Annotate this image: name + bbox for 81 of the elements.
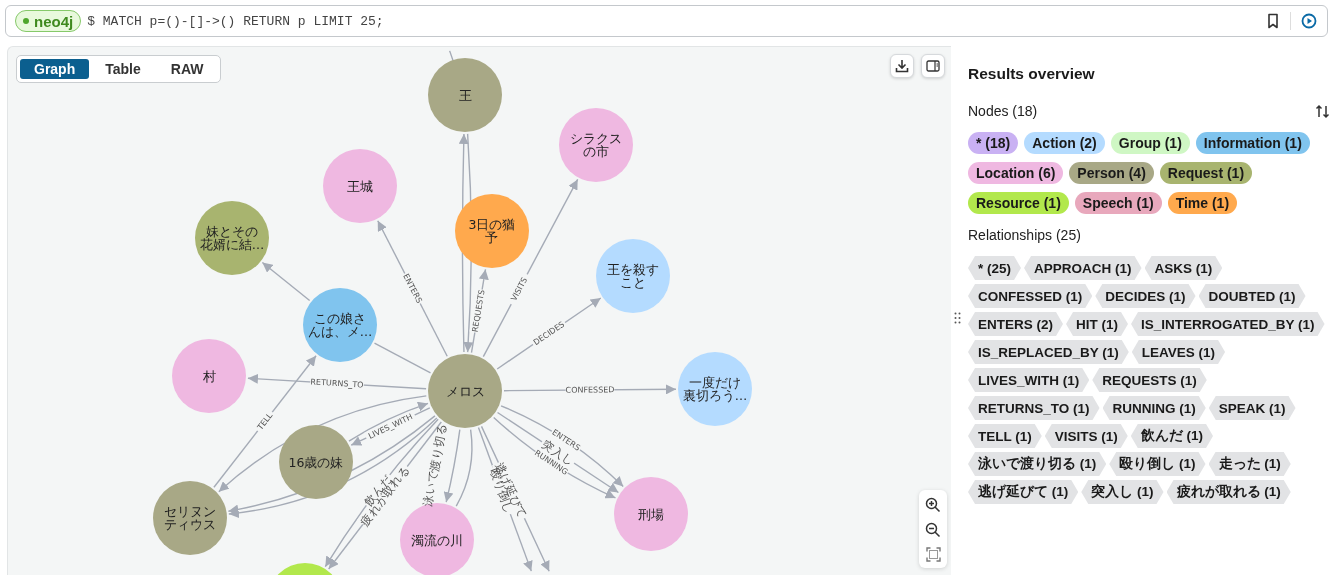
- status-dot: [23, 18, 29, 24]
- relationship-type-chip[interactable]: VISITS (1): [1044, 424, 1128, 448]
- zoom-out-icon: [925, 521, 941, 538]
- graph-node[interactable]: 刑場: [614, 477, 688, 551]
- relationship-type-chip[interactable]: 飲んだ (1): [1130, 424, 1213, 448]
- relationship-type-chip[interactable]: 走った (1): [1208, 452, 1291, 476]
- relationship-type-chip[interactable]: 殴り倒し (1): [1109, 452, 1206, 476]
- download-button[interactable]: [890, 54, 914, 78]
- graph-node[interactable]: 王: [428, 58, 502, 132]
- graph-node[interactable]: セリヌン ティウス: [153, 481, 227, 555]
- node-label-chip[interactable]: Time (1): [1167, 192, 1238, 214]
- graph-node[interactable]: 王城: [323, 149, 397, 223]
- relationship-label: REQUESTS: [470, 289, 487, 333]
- node-label-chip[interactable]: Speech (1): [1074, 192, 1162, 214]
- zoom-in-icon: [925, 496, 941, 513]
- relationship-arrow[interactable]: [350, 407, 431, 446]
- view-tab[interactable]: Graph: [20, 59, 90, 79]
- relationship-arrow[interactable]: [377, 220, 448, 357]
- graph-node[interactable]: この娘さ んは、メ…: [303, 288, 377, 362]
- database-badge[interactable]: neo4j: [15, 10, 82, 32]
- section-heading: Relationships (25): [968, 227, 1081, 243]
- download-icon: [895, 59, 909, 73]
- graph-node[interactable]: 一度だけ 裏切ろう…: [678, 352, 752, 426]
- bookmark-icon[interactable]: [1266, 13, 1280, 29]
- relationship-type-chip[interactable]: IS_INTERROGATED_BY (1): [1131, 312, 1325, 336]
- panel-title: Results overview: [968, 65, 1096, 83]
- relationship-arrow[interactable]: [503, 384, 677, 395]
- graph-node[interactable]: 16歳の妹: [279, 425, 353, 499]
- section-heading: Nodes (18): [968, 103, 1038, 119]
- relationship-type-chip[interactable]: 突入し (1): [1081, 480, 1164, 504]
- panel-toggle-button[interactable]: [921, 54, 945, 78]
- relationship-type-chip[interactable]: ASKS (1): [1144, 256, 1223, 280]
- node-label-chip[interactable]: Person (4): [1069, 162, 1154, 184]
- relationship-type-chip[interactable]: LEAVES (1): [1131, 340, 1226, 364]
- fit-view-icon: [925, 546, 941, 562]
- node-label-chip[interactable]: Information (1): [1195, 132, 1310, 154]
- relationship-arrow[interactable]: [477, 426, 533, 572]
- relationship-type-chip[interactable]: DECIDES (1): [1095, 284, 1196, 308]
- relationship-type-chip[interactable]: TELL (1): [968, 424, 1042, 448]
- view-tab[interactable]: RAW: [156, 59, 218, 79]
- node-label-chip[interactable]: Request (1): [1159, 162, 1253, 184]
- view-tab[interactable]: Table: [91, 59, 155, 79]
- relationship-type-chip[interactable]: CONFESSED (1): [968, 284, 1093, 308]
- relationship-type-chip[interactable]: APPROACH (1): [1024, 256, 1142, 280]
- relationship-type-chip[interactable]: IS_REPLACED_BY (1): [968, 340, 1129, 364]
- zoom-out-button[interactable]: [925, 521, 941, 538]
- node-label-chip[interactable]: Location (6): [968, 162, 1064, 184]
- drag-handle-icon[interactable]: [954, 312, 961, 324]
- relationship-type-chip[interactable]: 疲れが取れる (1): [1166, 480, 1291, 504]
- relationship-type-chip[interactable]: RETURNS_TO (1): [968, 396, 1100, 420]
- relationship-type-chip[interactable]: SPEAK (1): [1208, 396, 1296, 420]
- relationship-type-chip[interactable]: 逃げ延びて (1): [968, 480, 1079, 504]
- node-label-chip[interactable]: Group (1): [1110, 132, 1190, 154]
- relationship-type-chip[interactable]: ENTERS (2): [968, 312, 1063, 336]
- graph-node[interactable]: シラクス の市: [559, 108, 633, 182]
- graph-node[interactable]: 村: [172, 339, 246, 413]
- relationship-label: RETURNS_TO: [310, 377, 364, 390]
- relationship-type-chip[interactable]: RUNNING (1): [1102, 396, 1206, 420]
- node-label-chip[interactable]: Resource (1): [968, 192, 1069, 214]
- graph-node[interactable]: 王を殺す こと: [596, 239, 670, 313]
- relationship-type-chip[interactable]: 泳いで渡り切る (1): [968, 452, 1107, 476]
- node-label-chip[interactable]: Action (2): [1024, 132, 1105, 154]
- graph-node[interactable]: 妹とその 花婿に結…: [195, 201, 269, 275]
- relationship-arrow[interactable]: [247, 373, 427, 390]
- relationship-type-chip[interactable]: * (25): [968, 256, 1021, 280]
- relationship-label: CONFESSED: [565, 385, 615, 395]
- relationship-type-chip[interactable]: HIT (1): [1066, 312, 1128, 336]
- run-icon[interactable]: [1301, 13, 1317, 29]
- node-label-chip[interactable]: * (18): [968, 132, 1019, 154]
- relationship-type-chip[interactable]: DOUBTED (1): [1198, 284, 1306, 308]
- relationship-arrow[interactable]: [470, 268, 489, 354]
- graph-node[interactable]: 3日の猶 予: [455, 194, 529, 268]
- sort-icon[interactable]: [1315, 103, 1330, 119]
- query-text[interactable]: $ MATCH p=()-[]->() RETURN p LIMIT 25;: [87, 13, 1260, 29]
- zoom-in-button[interactable]: [925, 496, 941, 513]
- relationship-arrow[interactable]: [261, 261, 311, 302]
- relationship-type-chip[interactable]: LIVES_WITH (1): [968, 368, 1090, 392]
- sidebar-icon: [926, 60, 940, 72]
- relationship-arrow[interactable]: [348, 401, 429, 442]
- fit-view-button[interactable]: [925, 546, 941, 562]
- relationship-type-chip[interactable]: REQUESTS (1): [1092, 368, 1207, 392]
